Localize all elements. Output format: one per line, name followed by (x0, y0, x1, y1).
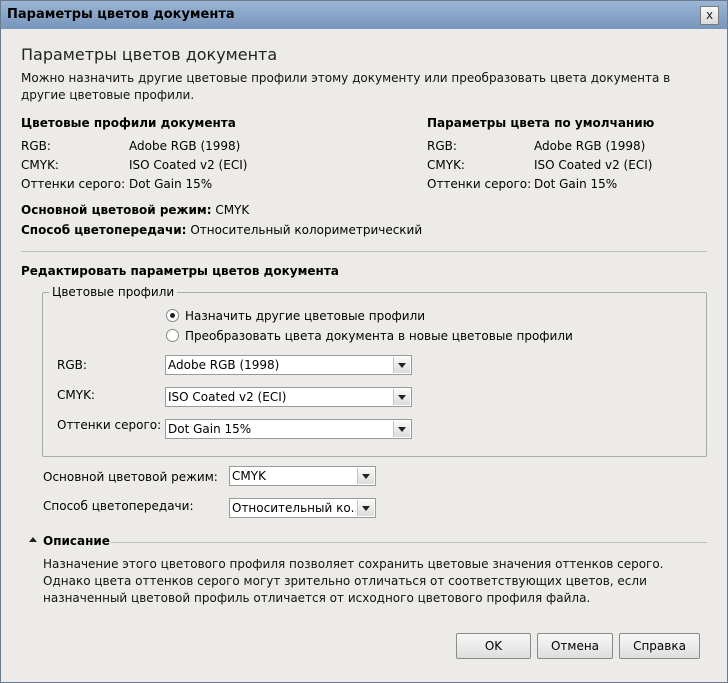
gray-profile-value: Dot Gain 15% (168, 422, 252, 436)
chevron-down-icon[interactable] (393, 421, 410, 437)
mode-value: CMYK (215, 203, 250, 217)
cmyk-profile-value: ISO Coated v2 (ECI) (168, 390, 287, 404)
edit-cmyk-label: CMYK: (57, 388, 95, 402)
convert-radio[interactable] (166, 329, 179, 342)
default-cmyk-label: CMYK: (427, 158, 465, 172)
edit-gray-label: Оттенки серого: (57, 418, 162, 432)
default-gray-value: Dot Gain 15% (534, 177, 618, 191)
color-mode-value: CMYK (232, 469, 266, 483)
assign-radio-label[interactable]: Назначить другие цветовые профили (185, 309, 425, 323)
default-rgb-value: Adobe RGB (1998) (534, 139, 646, 153)
doc-cmyk-label: CMYK: (21, 158, 59, 172)
chevron-down-icon[interactable] (393, 357, 410, 373)
edit-intent-label: Способ цветопередачи: (43, 499, 194, 513)
doc-gray-value: Dot Gain 15% (129, 177, 213, 191)
description-divider (111, 542, 707, 543)
cancel-button[interactable]: Отмена (537, 633, 613, 659)
chevron-down-icon[interactable] (393, 389, 410, 405)
chevron-down-icon[interactable] (357, 468, 374, 484)
chevron-down-icon[interactable] (357, 500, 374, 516)
rendering-intent-value: Относительный ко... (232, 501, 356, 515)
title-bar[interactable]: Параметры цветов документа x (1, 1, 727, 29)
description-toggle[interactable]: Описание (43, 534, 110, 548)
divider (21, 251, 707, 252)
convert-radio-label[interactable]: Преобразовать цвета документа в новые цв… (185, 329, 573, 343)
edit-mode-label: Основной цветовой режим: (43, 470, 218, 484)
ok-button[interactable]: OK (456, 633, 531, 659)
intent-info: Способ цветопередачи: Относительный коло… (21, 223, 422, 237)
mode-info: Основной цветовой режим: CMYK (21, 203, 249, 217)
window-title: Параметры цветов документа (7, 7, 235, 22)
default-cmyk-value: ISO Coated v2 (ECI) (534, 158, 653, 172)
doc-rgb-value: Adobe RGB (1998) (129, 139, 241, 153)
cmyk-profile-select[interactable]: ISO Coated v2 (ECI) (165, 387, 412, 407)
doc-profiles-title: Цветовые профили документа (21, 116, 236, 130)
close-button[interactable]: x (700, 6, 719, 25)
edit-rgb-label: RGB: (57, 358, 87, 372)
intent-label: Способ цветопередачи: (21, 223, 187, 237)
rgb-profile-select[interactable]: Adobe RGB (1998) (165, 355, 412, 375)
intent-value: Относительный колориметрический (190, 223, 423, 237)
edit-section-title: Редактировать параметры цветов документа (21, 264, 339, 278)
collapse-triangle-icon[interactable] (29, 537, 37, 542)
default-gray-label: Оттенки серого: (427, 177, 532, 191)
doc-cmyk-value: ISO Coated v2 (ECI) (129, 158, 248, 172)
rgb-profile-value: Adobe RGB (1998) (168, 358, 280, 372)
page-heading: Параметры цветов документа (21, 45, 278, 64)
intro-text: Можно назначить другие цветовые профили … (21, 71, 671, 102)
doc-gray-label: Оттенки серого: (21, 177, 126, 191)
gray-profile-select[interactable]: Dot Gain 15% (165, 419, 412, 439)
color-mode-select[interactable]: CMYK (229, 466, 376, 486)
description-text: Назначение этого цветового профиля позво… (43, 557, 664, 605)
assign-radio[interactable] (166, 309, 179, 322)
rendering-intent-select[interactable]: Относительный ко... (229, 498, 376, 518)
dialog-window: Параметры цветов документа x Параметры ц… (0, 0, 728, 683)
doc-rgb-label: RGB: (21, 139, 51, 153)
default-rgb-label: RGB: (427, 139, 457, 153)
mode-label: Основной цветовой режим: (21, 203, 212, 217)
defaults-title: Параметры цвета по умолчанию (427, 116, 655, 130)
help-button[interactable]: Справка (619, 633, 700, 659)
color-profiles-legend: Цветовые профили (49, 285, 178, 299)
